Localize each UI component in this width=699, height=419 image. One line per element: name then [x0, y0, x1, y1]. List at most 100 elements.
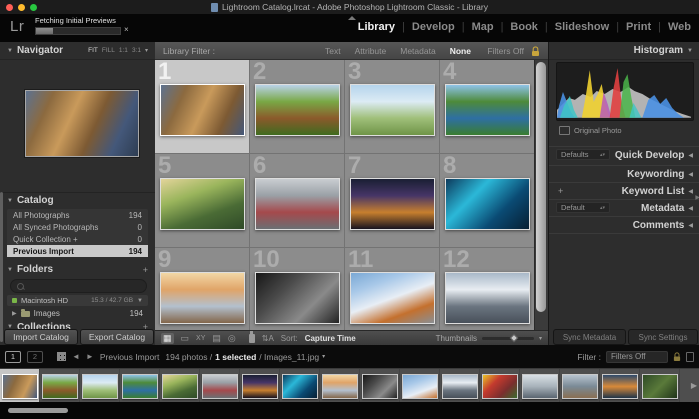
compare-view-button[interactable]: XY: [196, 333, 205, 344]
navigator-preview-image[interactable]: [25, 90, 139, 157]
go-back-icon[interactable]: ◄: [72, 352, 80, 361]
metadata-header[interactable]: Default▴▾ Metadata ◀: [549, 199, 699, 216]
grid-scrollbar-thumb[interactable]: [536, 62, 546, 312]
histogram-chart[interactable]: [556, 62, 694, 121]
selection-summary[interactable]: 194 photos / 1 selected / Images_11.jpg …: [165, 352, 325, 362]
grid-cell-bw-portrait[interactable]: 10: [250, 248, 345, 330]
filmstrip-cell-sky-plants[interactable]: [80, 369, 120, 402]
metadata-preset-dropdown[interactable]: Default▴▾: [556, 202, 610, 213]
filmstrip-cell-blue-feathers[interactable]: [280, 369, 320, 402]
filmstrip-cell-fantasy-portrait[interactable]: [0, 369, 40, 402]
chevron-down-icon[interactable]: ▾: [322, 353, 325, 360]
histogram-header[interactable]: Histogram ▼: [549, 42, 699, 60]
collapse-top-panel-icon[interactable]: [348, 16, 356, 20]
photo-thumbnail[interactable]: [350, 84, 435, 136]
grid-cell-misty-sunrise[interactable]: 9: [155, 248, 250, 330]
zoom-1-1[interactable]: 1:1: [119, 47, 128, 54]
catalog-item-all-photographs[interactable]: All Photographs 194: [7, 209, 148, 221]
folders-header[interactable]: ▼ Folders +: [0, 262, 155, 277]
filmstrip-next-icon[interactable]: ▶: [691, 381, 697, 390]
filmstrip-cell-mountain-morning[interactable]: [160, 369, 200, 402]
filter-folders-input[interactable]: [10, 279, 147, 293]
filter-tab-attribute[interactable]: Attribute: [355, 46, 387, 56]
add-folder-button[interactable]: +: [143, 265, 148, 275]
panel-toggle-icon[interactable]: [686, 352, 694, 362]
comments-header[interactable]: Comments ◀: [549, 216, 699, 234]
filter-tab-text[interactable]: Text: [325, 46, 341, 56]
filmstrip-scrollbar[interactable]: [8, 408, 68, 413]
photo-thumbnail[interactable]: [160, 178, 245, 230]
thumbnail-size-slider[interactable]: [482, 337, 534, 340]
chevron-right-icon[interactable]: ▶: [12, 310, 17, 317]
grid-cell-blue-feathers[interactable]: 8: [440, 154, 535, 248]
toolbar-options-chevron-icon[interactable]: ▾: [539, 335, 542, 342]
grid-cell-night-skyline[interactable]: 7: [345, 154, 440, 248]
photo-thumbnail[interactable]: [350, 178, 435, 230]
filter-lock-icon[interactable]: [531, 46, 540, 59]
chevron-down-icon[interactable]: ▼: [137, 298, 143, 304]
photo-thumbnail[interactable]: [445, 178, 530, 230]
photo-thumbnail[interactable]: [160, 84, 245, 136]
filmstrip-cell-snow-peaks[interactable]: [440, 369, 480, 402]
grid-scrollbar-track[interactable]: [534, 60, 548, 330]
photo-thumbnail[interactable]: [445, 272, 530, 324]
zoom-3-1[interactable]: 3:1: [132, 47, 141, 54]
module-web[interactable]: Web: [668, 21, 691, 33]
photo-thumbnail[interactable]: [255, 178, 340, 230]
grid-cell-tiger-snow[interactable]: 11: [345, 248, 440, 330]
collapse-right-panel-icon[interactable]: ▶: [695, 194, 699, 201]
grid-view-button[interactable]: ▦: [161, 333, 174, 344]
saved-preset-dropdown[interactable]: Defaults▴▾: [556, 149, 610, 160]
catalog-item-quick-collection[interactable]: Quick Collection + 0: [7, 233, 148, 245]
navigator-header[interactable]: ▼ Navigator FIT FILL 1:1 3:1 ▾: [0, 42, 155, 60]
module-library[interactable]: Library: [358, 21, 395, 33]
sync-settings-button[interactable]: Sync Settings: [628, 329, 698, 345]
photo-thumbnail[interactable]: [160, 272, 245, 324]
quick-develop-header[interactable]: Defaults▴▾ Quick Develop ◀: [549, 146, 699, 163]
export-catalog-button[interactable]: Export Catalog: [80, 329, 154, 345]
add-keyword-button[interactable]: +: [558, 186, 563, 196]
survey-view-button[interactable]: ▤: [212, 333, 221, 344]
grid-cell-lake-shore[interactable]: 4: [440, 60, 535, 154]
painter-tool-icon[interactable]: [249, 334, 255, 343]
filmstrip-cell-lake-sunset[interactable]: [600, 369, 640, 402]
zoom-fill[interactable]: FILL: [102, 47, 115, 54]
filter-lock-icon[interactable]: [673, 352, 681, 362]
source-indicator[interactable]: Previous Import: [100, 352, 160, 362]
filmstrip-cell-winter-river[interactable]: [520, 369, 560, 402]
zoom-menu-chevron-icon[interactable]: ▾: [145, 47, 148, 54]
filmstrip-cell-folk-painting[interactable]: [480, 369, 520, 402]
filmstrip-cell-dark-forest[interactable]: [640, 369, 680, 402]
folder-row-images[interactable]: ▶ Images 194: [7, 308, 148, 319]
second-window-button[interactable]: 2: [27, 351, 43, 363]
filmstrip-cell-tiger-snow[interactable]: [400, 369, 440, 402]
module-develop[interactable]: Develop: [412, 21, 455, 33]
sort-value-dropdown[interactable]: Capture Time: [305, 334, 356, 343]
grid-cell-mountain-morning[interactable]: 5: [155, 154, 250, 248]
module-print[interactable]: Print: [626, 21, 651, 33]
filter-tab-metadata[interactable]: Metadata: [400, 46, 435, 56]
filmstrip-cell-lake-shore[interactable]: [120, 369, 160, 402]
sync-metadata-button[interactable]: Sync Metadata: [553, 329, 626, 345]
photo-thumbnail[interactable]: [350, 272, 435, 324]
catalog-item-all-synced[interactable]: All Synced Photographs 0: [7, 221, 148, 233]
photo-thumbnail[interactable]: [445, 84, 530, 136]
go-forward-icon[interactable]: ►: [86, 352, 94, 361]
filmstrip-filter-dropdown[interactable]: Filters Off: [606, 351, 668, 363]
import-catalog-button[interactable]: Import Catalog: [4, 329, 78, 345]
volume-row[interactable]: Macintosh HD 15.3 / 42.7 GB ▼: [7, 295, 148, 306]
photo-thumbnail[interactable]: [255, 272, 340, 324]
loupe-view-button[interactable]: ▭: [181, 333, 190, 344]
filmstrip-cell-coastal-scene[interactable]: [560, 369, 600, 402]
grid-cell-fantasy-portrait[interactable]: 1: [155, 60, 250, 154]
filmstrip-cell-misty-sunrise[interactable]: [320, 369, 360, 402]
keywording-header[interactable]: Keywording ◀: [549, 165, 699, 182]
filmstrip-cell-bw-portrait[interactable]: [360, 369, 400, 402]
grid-cell-meadow-hut[interactable]: 2: [250, 60, 345, 154]
main-window-button[interactable]: 1: [5, 351, 21, 363]
grid-view-shortcut-icon[interactable]: [57, 352, 66, 361]
sort-direction-icon[interactable]: ⇅A: [262, 333, 274, 344]
filmstrip-cell-meadow-hut[interactable]: [40, 369, 80, 402]
module-slideshow[interactable]: Slideshow: [555, 21, 609, 33]
cancel-progress-icon[interactable]: ×: [124, 25, 129, 34]
